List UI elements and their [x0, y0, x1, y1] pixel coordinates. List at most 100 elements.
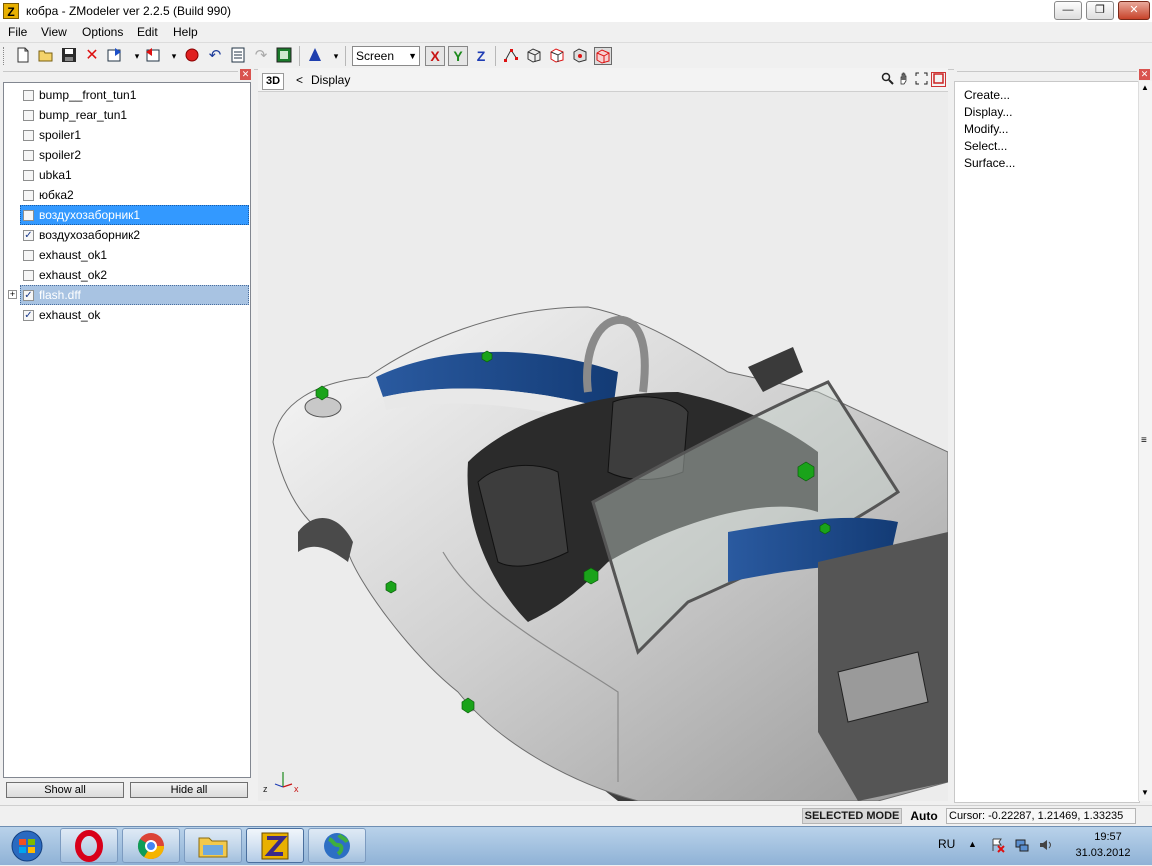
modify-command[interactable]: Modify...	[964, 122, 1008, 136]
toolbar-separator	[299, 46, 300, 66]
zmodeler-taskbar-button[interactable]	[246, 828, 304, 863]
scroll-up-icon[interactable]: ▲	[1141, 83, 1149, 92]
menu-options[interactable]: Options	[82, 25, 123, 39]
group-mode-icon[interactable]	[571, 47, 589, 65]
render-icon[interactable]	[275, 47, 293, 65]
open-icon[interactable]	[37, 47, 55, 65]
clock-time[interactable]: 19:57	[1080, 831, 1136, 843]
list-item[interactable]: ✓ exhaust_ok	[4, 305, 250, 325]
list-item[interactable]: exhaust_ok2	[4, 265, 250, 285]
status-auto[interactable]: Auto	[906, 808, 942, 824]
visibility-checkbox[interactable]	[23, 190, 34, 201]
action-center-icon[interactable]	[990, 837, 1006, 856]
maximize-viewport-icon[interactable]	[931, 72, 946, 87]
record-icon[interactable]	[183, 47, 201, 65]
object-tree-panel: ✕ bump__front_tun1 bump_rear_tun1 spoile…	[0, 68, 254, 801]
close-icon[interactable]: ✕	[240, 69, 251, 80]
save-icon[interactable]	[60, 47, 78, 65]
menu-edit[interactable]: Edit	[137, 25, 158, 39]
zmodeler-app-icon[interactable]: Z	[3, 3, 19, 19]
close-icon[interactable]: ✕	[1139, 69, 1150, 80]
list-item[interactable]: bump__front_tun1	[4, 85, 250, 105]
chrome-taskbar-button[interactable]	[122, 828, 180, 863]
globe-taskbar-button[interactable]	[308, 828, 366, 863]
list-item-label: spoiler1	[39, 128, 82, 142]
show-all-button[interactable]: Show all	[6, 782, 124, 798]
display-command[interactable]: Display...	[964, 105, 1012, 119]
pan-icon[interactable]	[897, 72, 912, 87]
create-command[interactable]: Create...	[964, 88, 1010, 102]
toolbar-grip[interactable]	[3, 47, 7, 65]
visibility-checkbox[interactable]	[23, 250, 34, 261]
view-mode-button[interactable]: 3D	[262, 73, 284, 90]
color-icon[interactable]	[306, 47, 324, 65]
pivot-marker[interactable]	[385, 580, 397, 594]
new-icon[interactable]	[14, 47, 32, 65]
visibility-checkbox[interactable]	[23, 170, 34, 181]
visibility-checkbox[interactable]: ✓	[23, 310, 34, 321]
start-button[interactable]	[2, 829, 52, 863]
select-command[interactable]: Select...	[964, 139, 1007, 153]
list-item-highlighted[interactable]: + ✓ flash.dff	[4, 285, 250, 305]
undo-icon[interactable]: ↶	[206, 47, 224, 65]
menu-file[interactable]: File	[8, 25, 27, 39]
3d-scene[interactable]: z x	[258, 92, 948, 801]
visibility-checkbox[interactable]	[23, 90, 34, 101]
vertex-mode-icon[interactable]	[502, 47, 520, 65]
axis-x-button[interactable]: X	[425, 46, 445, 66]
visibility-checkbox[interactable]	[23, 110, 34, 121]
toolbar-separator	[495, 46, 496, 66]
object-list[interactable]: bump__front_tun1 bump_rear_tun1 spoiler1…	[3, 82, 251, 778]
object-mode-icon[interactable]	[548, 47, 566, 65]
export-dropdown-icon[interactable]: ▾	[165, 47, 183, 65]
visibility-checkbox[interactable]	[23, 150, 34, 161]
list-item[interactable]: spoiler1	[4, 125, 250, 145]
scrollbar[interactable]: ▲ ≡ ▼	[1138, 81, 1152, 801]
hide-all-button[interactable]: Hide all	[130, 782, 248, 798]
list-item-selected[interactable]: воздухозаборник1	[4, 205, 250, 225]
minimize-button[interactable]: —	[1054, 1, 1082, 20]
visibility-checkbox[interactable]: ✓	[23, 230, 34, 241]
visibility-checkbox[interactable]	[23, 210, 34, 221]
back-button[interactable]: <	[296, 73, 303, 87]
axis-z-button[interactable]: Z	[471, 46, 491, 66]
list-item[interactable]: exhaust_ok1	[4, 245, 250, 265]
axis-y-button[interactable]: Y	[448, 46, 468, 66]
import-icon[interactable]	[106, 47, 124, 65]
close-button[interactable]: ✕	[1118, 1, 1150, 20]
opera-taskbar-button[interactable]	[60, 828, 118, 863]
fit-icon[interactable]	[914, 72, 929, 87]
selection-mode-icon[interactable]	[594, 47, 612, 65]
export-icon[interactable]	[143, 47, 161, 65]
menu-view[interactable]: View	[41, 25, 67, 39]
list-item[interactable]: spoiler2	[4, 145, 250, 165]
view-select[interactable]: Screen ▼	[352, 46, 420, 66]
network-icon[interactable]	[1014, 837, 1030, 856]
tray-expand-icon[interactable]: ▲	[968, 839, 977, 849]
color-dropdown-icon[interactable]: ▾	[327, 47, 345, 65]
maximize-button[interactable]: ❐	[1086, 1, 1114, 20]
visibility-checkbox[interactable]: ✓	[23, 290, 34, 301]
list-item[interactable]: ✓ воздухозаборник2	[4, 225, 250, 245]
explorer-taskbar-button[interactable]	[184, 828, 242, 863]
zoom-icon[interactable]	[880, 72, 895, 87]
list-item[interactable]: ubka1	[4, 165, 250, 185]
delete-icon[interactable]: ✕	[83, 47, 101, 65]
volume-icon[interactable]	[1038, 837, 1054, 856]
list-item[interactable]: юбка2	[4, 185, 250, 205]
clock-date[interactable]: 31.03.2012	[1068, 847, 1138, 859]
expand-icon[interactable]: +	[8, 290, 17, 299]
visibility-checkbox[interactable]	[23, 270, 34, 281]
list-item[interactable]: bump_rear_tun1	[4, 105, 250, 125]
menu-help[interactable]: Help	[173, 25, 198, 39]
scroll-down-icon[interactable]: ▼	[1141, 788, 1149, 797]
language-indicator[interactable]: RU	[938, 837, 955, 851]
pivot-marker[interactable]	[583, 567, 599, 585]
surface-command[interactable]: Surface...	[964, 156, 1015, 170]
viewport-header: 3D < Display	[258, 68, 948, 92]
redo-icon[interactable]: ↷	[252, 47, 270, 65]
visibility-checkbox[interactable]	[23, 130, 34, 141]
scroll-grip-icon[interactable]: ≡	[1141, 435, 1147, 446]
properties-icon[interactable]	[229, 47, 247, 65]
face-mode-icon[interactable]	[525, 47, 543, 65]
